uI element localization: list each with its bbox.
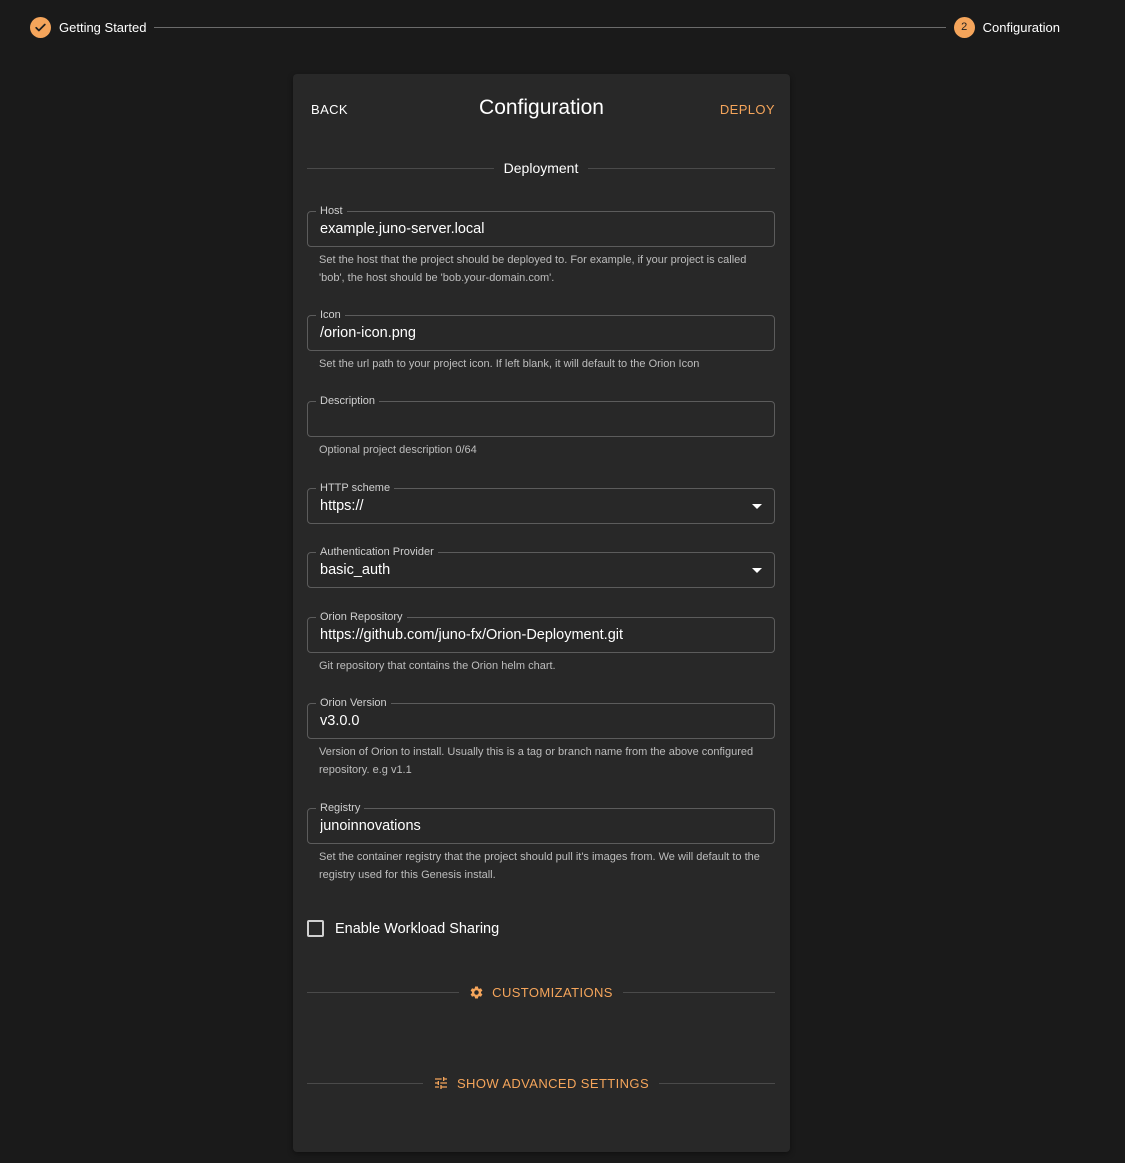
description-field: Description Optional project description… [307,394,775,459]
orion-repository-input-box[interactable]: Orion Repository https://github.com/juno… [307,610,775,653]
orion-version-input[interactable]: v3.0.0 [320,713,744,729]
orion-version-input-box[interactable]: Orion Version v3.0.0 [307,696,775,739]
divider-line [307,992,460,993]
divider-line [307,167,494,169]
helper-text: Set the host that the project should be … [319,254,747,284]
customizations-button[interactable]: CUSTOMIZATIONS [459,985,623,1000]
divider-line [588,167,776,169]
stepper: Getting Started 2 Configuration [30,16,1060,38]
icon-input[interactable]: /orion-icon.png [320,325,744,341]
step-number-badge: 2 [953,16,975,38]
host-input-box[interactable]: Host example.juno-server.local [307,204,775,247]
field-label: Registry [316,801,365,815]
helper-text: Version of Orion to install. Usually thi… [319,746,754,776]
workload-sharing-checkbox[interactable] [307,920,324,937]
host-input[interactable]: example.juno-server.local [320,221,744,237]
advanced-settings-label: SHOW ADVANCED SETTINGS [456,1075,650,1091]
description-input-box[interactable]: Description [307,394,775,437]
orion-repository-input[interactable]: https://github.com/juno-fx/Orion-Deploym… [320,627,744,643]
show-advanced-settings-button[interactable]: SHOW ADVANCED SETTINGS [423,1075,659,1091]
check-icon [30,16,51,38]
helper-text: Set the url path to your project icon. I… [319,358,700,370]
field-label: Authentication Provider [316,545,438,559]
orion-version-field: Orion Version v3.0.0 Version of Orion to… [307,696,775,779]
card-header: BACK Configuration DEPLOY [293,94,790,126]
step-getting-started[interactable]: Getting Started [30,16,147,38]
dropdown-arrow-icon[interactable] [752,504,762,509]
field-label: Icon [316,308,345,322]
divider-line [622,992,775,993]
checkbox-label: Enable Workload Sharing [335,920,500,937]
registry-input[interactable]: junoinnovations [320,818,744,834]
icon-field: Icon /orion-icon.png Set the url path to… [307,308,775,373]
auth-provider-select[interactable]: Authentication Provider basic_auth [307,545,775,588]
registry-field: Registry junoinnovations Set the contain… [307,801,775,884]
configuration-card: BACK Configuration DEPLOY Deployment Hos… [293,74,790,1152]
helper-text: Git repository that contains the Orion h… [319,660,556,672]
step-label: Configuration [982,19,1060,35]
auth-provider-field: Authentication Provider basic_auth [307,545,775,588]
field-label: HTTP scheme [316,481,395,495]
divider-line [659,1082,775,1084]
field-label: Host [316,204,347,218]
page-title: Configuration [479,96,604,119]
deploy-button[interactable]: DEPLOY [720,102,775,117]
auth-provider-value: basic_auth [320,562,391,578]
customizations-label: CUSTOMIZATIONS [492,985,613,1000]
http-scheme-field: HTTP scheme https:// [307,481,775,524]
gear-icon [469,985,484,1000]
http-scheme-value: https:// [320,498,364,514]
step-configuration[interactable]: 2 Configuration [953,16,1060,38]
helper-text: Optional project description 0/64 [319,444,477,456]
icon-input-box[interactable]: Icon /orion-icon.png [307,308,775,351]
workload-sharing-option[interactable]: Enable Workload Sharing [307,920,499,937]
helper-text: Set the container registry that the proj… [319,851,760,881]
field-label: Orion Version [316,696,391,710]
host-field: Host example.juno-server.local Set the h… [307,204,775,287]
deployment-section-divider: Deployment [307,160,776,176]
field-label: Description [316,394,380,408]
http-scheme-select[interactable]: HTTP scheme https:// [307,481,775,524]
field-label: Orion Repository [316,610,407,624]
stepper-connector [154,26,946,28]
dropdown-arrow-icon[interactable] [752,568,762,573]
tune-icon [433,1075,449,1091]
section-title: Deployment [503,160,579,176]
customizations-divider: CUSTOMIZATIONS [307,985,775,1000]
divider-line [307,1082,423,1084]
advanced-settings-divider: SHOW ADVANCED SETTINGS [307,1075,775,1091]
step-label: Getting Started [59,19,147,35]
orion-repository-field: Orion Repository https://github.com/juno… [307,610,775,675]
registry-input-box[interactable]: Registry junoinnovations [307,801,775,844]
